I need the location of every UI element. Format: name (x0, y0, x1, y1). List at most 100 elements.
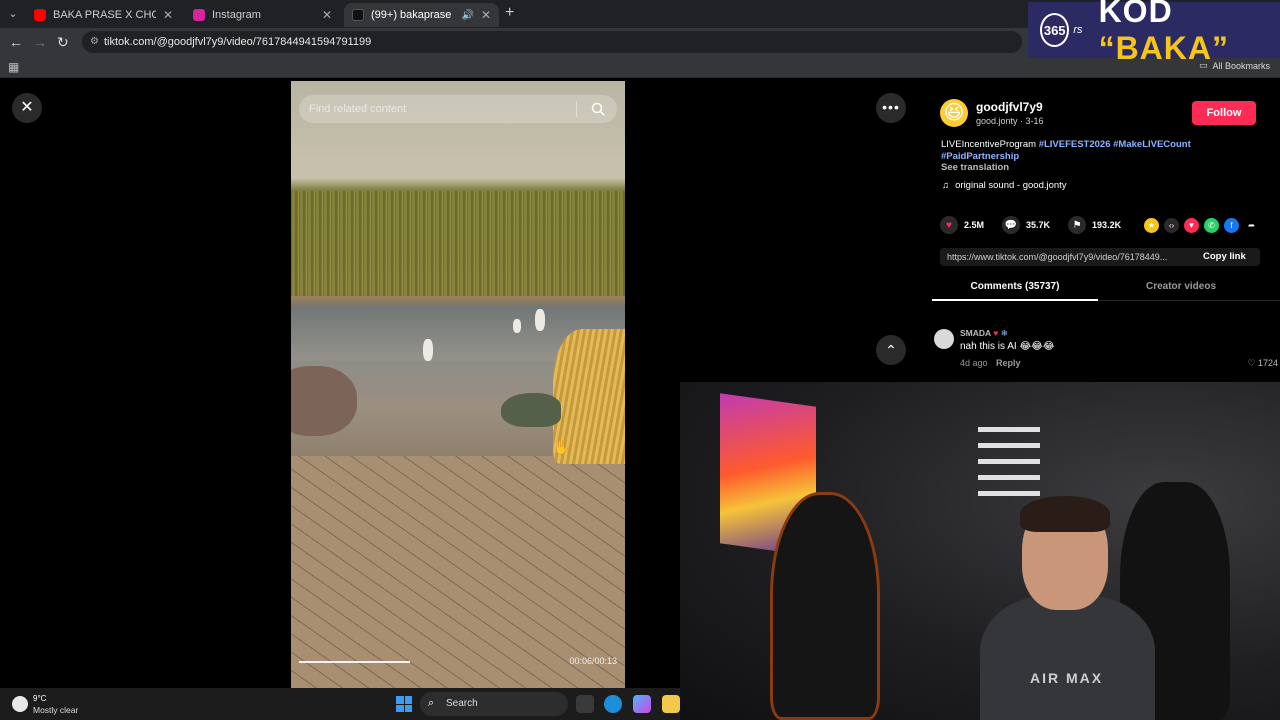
webcam-hair (1020, 496, 1110, 532)
video-progress-bar[interactable] (299, 661, 411, 663)
address-bar[interactable]: ⚙ tiktok.com/@goodjfvl7y9/video/76178449… (82, 31, 1022, 53)
bookmarks-bar: ▦ ▭ All Bookmarks (0, 56, 1280, 78)
previous-video-button[interactable]: ⌃ (876, 335, 906, 365)
weather-condition[interactable]: Mostly clear (33, 705, 78, 715)
video-frame-bird (535, 309, 545, 331)
hashtag[interactable]: #LIVEFEST2026 (1039, 139, 1111, 150)
apps-grid-icon[interactable]: ▦ (8, 60, 19, 74)
promo-banner: 365 rs KOD “BAKA” (1028, 0, 1280, 66)
forward-icon[interactable]: → (33, 34, 47, 50)
comment-text: nah this is AI 😂😂😂 (960, 341, 1055, 352)
file-explorer-icon[interactable] (662, 695, 680, 713)
comment-item: SMADA ♥ ❄ nah this is AI 😂😂😂 4d ago Repl… (932, 323, 1280, 373)
bookmark-icon[interactable]: ⚑ (1068, 216, 1087, 234)
weather-temp[interactable]: 9°C (33, 694, 46, 703)
edge-icon[interactable] (604, 695, 622, 713)
tab-instagram[interactable]: Instagram ✕ (185, 3, 340, 27)
share-link-text[interactable]: https://www.tiktok.com/@goodjfvl7y9/vide… (947, 252, 1167, 262)
search-icon: ⌕ (428, 697, 435, 709)
search-icon[interactable] (591, 102, 605, 116)
youtube-icon (34, 9, 46, 21)
save-count: 193.2K (1092, 220, 1122, 230)
video-timecode: 00:06/00:13 (569, 656, 617, 666)
windows-taskbar: 9°C Mostly clear ⌕ Search (0, 688, 680, 720)
tab-search-icon[interactable]: ⌄ (4, 5, 22, 23)
facebook-icon[interactable]: f (1224, 218, 1239, 233)
close-tab-icon[interactable]: ✕ (322, 8, 332, 22)
tab-tiktok[interactable]: (99+) bakaprase (@bakapra... 🔊 ✕ (344, 3, 499, 27)
tiktok-icon (352, 9, 364, 21)
heart-outline-icon: ♡ (1247, 358, 1256, 368)
tab-creator-videos[interactable]: Creator videos (1098, 277, 1264, 301)
find-related-search[interactable] (299, 95, 617, 123)
follow-button[interactable]: Follow (1192, 101, 1256, 125)
action-bar: ♥ 2.5M 💬 35.7K ⚑ 193.2K (940, 216, 1133, 234)
video-frame-bird (423, 339, 433, 361)
tab-title: Instagram (212, 9, 261, 21)
share-link-bar: https://www.tiktok.com/@goodjfvl7y9/vide… (940, 248, 1260, 266)
url-text: tiktok.com/@goodjfvl7y9/video/7617844941… (104, 36, 372, 48)
commenter-username[interactable]: SMADA ♥ ❄ (960, 328, 1008, 339)
reply-button[interactable]: Reply (996, 358, 1021, 368)
heart-icon[interactable]: ♥ (940, 216, 958, 234)
comment-time: 4d ago (960, 358, 988, 368)
heart-icon: ♥ (993, 328, 999, 338)
windows-start-icon[interactable] (396, 696, 412, 712)
webcam-streamer: AIR MAX (980, 496, 1155, 720)
sound-title: original sound - good.jonty (955, 180, 1067, 191)
copy-link-button[interactable]: Copy link (1203, 251, 1246, 262)
search-divider (576, 101, 577, 117)
promo-prefix: KOD (1098, 0, 1173, 29)
whatsapp-icon[interactable]: ✆ (1204, 218, 1219, 233)
music-note-icon: ♫ (942, 180, 950, 191)
reload-icon[interactable]: ↻ (57, 34, 69, 50)
copilot-icon[interactable] (633, 695, 651, 713)
shirt-text: AIR MAX (1030, 670, 1104, 686)
webcam-light-strips (978, 427, 1040, 497)
video-description: LIVEIncentiveProgram #LIVEFEST2026 #Make… (941, 139, 1211, 163)
close-tab-icon[interactable]: ✕ (163, 8, 173, 22)
video-frame-bird (513, 319, 521, 333)
video-player[interactable]: 00:06/00:13 ✋ (291, 81, 625, 688)
taskbar-search[interactable]: ⌕ Search (420, 692, 568, 716)
panel-tabs: Comments (35737) Creator videos (932, 277, 1280, 301)
see-translation-link[interactable]: See translation (941, 162, 1009, 173)
more-options-button[interactable]: ••• (876, 93, 906, 123)
video-frame-cracked-mud (291, 456, 625, 688)
gift-icon[interactable]: ★ (1144, 218, 1159, 233)
author-subline: good.jonty · 3-16 (976, 116, 1044, 126)
site-info-icon[interactable]: ⚙ (90, 36, 102, 48)
repost-icon[interactable]: ▼ (1184, 218, 1199, 233)
hashtag[interactable]: #MakeLIVECount (1113, 139, 1191, 150)
close-video-button[interactable]: ✕ (12, 93, 42, 123)
streamer-webcam: AIR MAX (680, 382, 1280, 720)
embed-icon[interactable]: ‹› (1164, 218, 1179, 233)
share-row: ★ ‹› ▼ ✆ f ➦ (1144, 218, 1259, 233)
share-arrow-icon[interactable]: ➦ (1244, 218, 1259, 233)
tab-youtube[interactable]: BAKA PRASE X CHODA - BETMEN ✕ (26, 3, 181, 27)
commenter-avatar[interactable] (934, 329, 954, 349)
task-view-icon[interactable] (576, 695, 594, 713)
new-tab-icon[interactable]: + (505, 5, 514, 21)
instagram-icon (193, 9, 205, 21)
audio-icon[interactable]: 🔊 (461, 10, 473, 21)
comment-meta: 4d ago Reply (960, 358, 1021, 368)
comment-like-count: 1724 (1257, 358, 1278, 368)
author-username[interactable]: goodjfvl7y9 (976, 100, 1043, 114)
close-tab-icon[interactable]: ✕ (481, 8, 491, 22)
taskbar-search-label: Search (446, 698, 478, 709)
tab-comments[interactable]: Comments (35737) (932, 277, 1098, 301)
comment-like-button[interactable]: ♡ 1724 (1247, 358, 1278, 369)
comment-icon[interactable]: 💬 (1002, 216, 1021, 234)
weather-moon-icon[interactable] (12, 696, 28, 712)
promo-code: “BAKA” (1098, 30, 1229, 66)
description-text: LIVEIncentiveProgram (941, 139, 1037, 150)
back-icon[interactable]: ← (9, 34, 23, 50)
tab-title: (99+) bakaprase (@bakapra... (371, 9, 454, 21)
sound-link[interactable]: ♫ original sound - good.jonty (942, 180, 1067, 191)
commenter-name: SMADA (960, 328, 991, 338)
hashtag[interactable]: #PaidPartnership (941, 151, 1019, 162)
author-avatar[interactable]: 😆 (940, 99, 968, 127)
webcam-shirt (980, 595, 1155, 720)
search-input[interactable] (309, 100, 579, 118)
